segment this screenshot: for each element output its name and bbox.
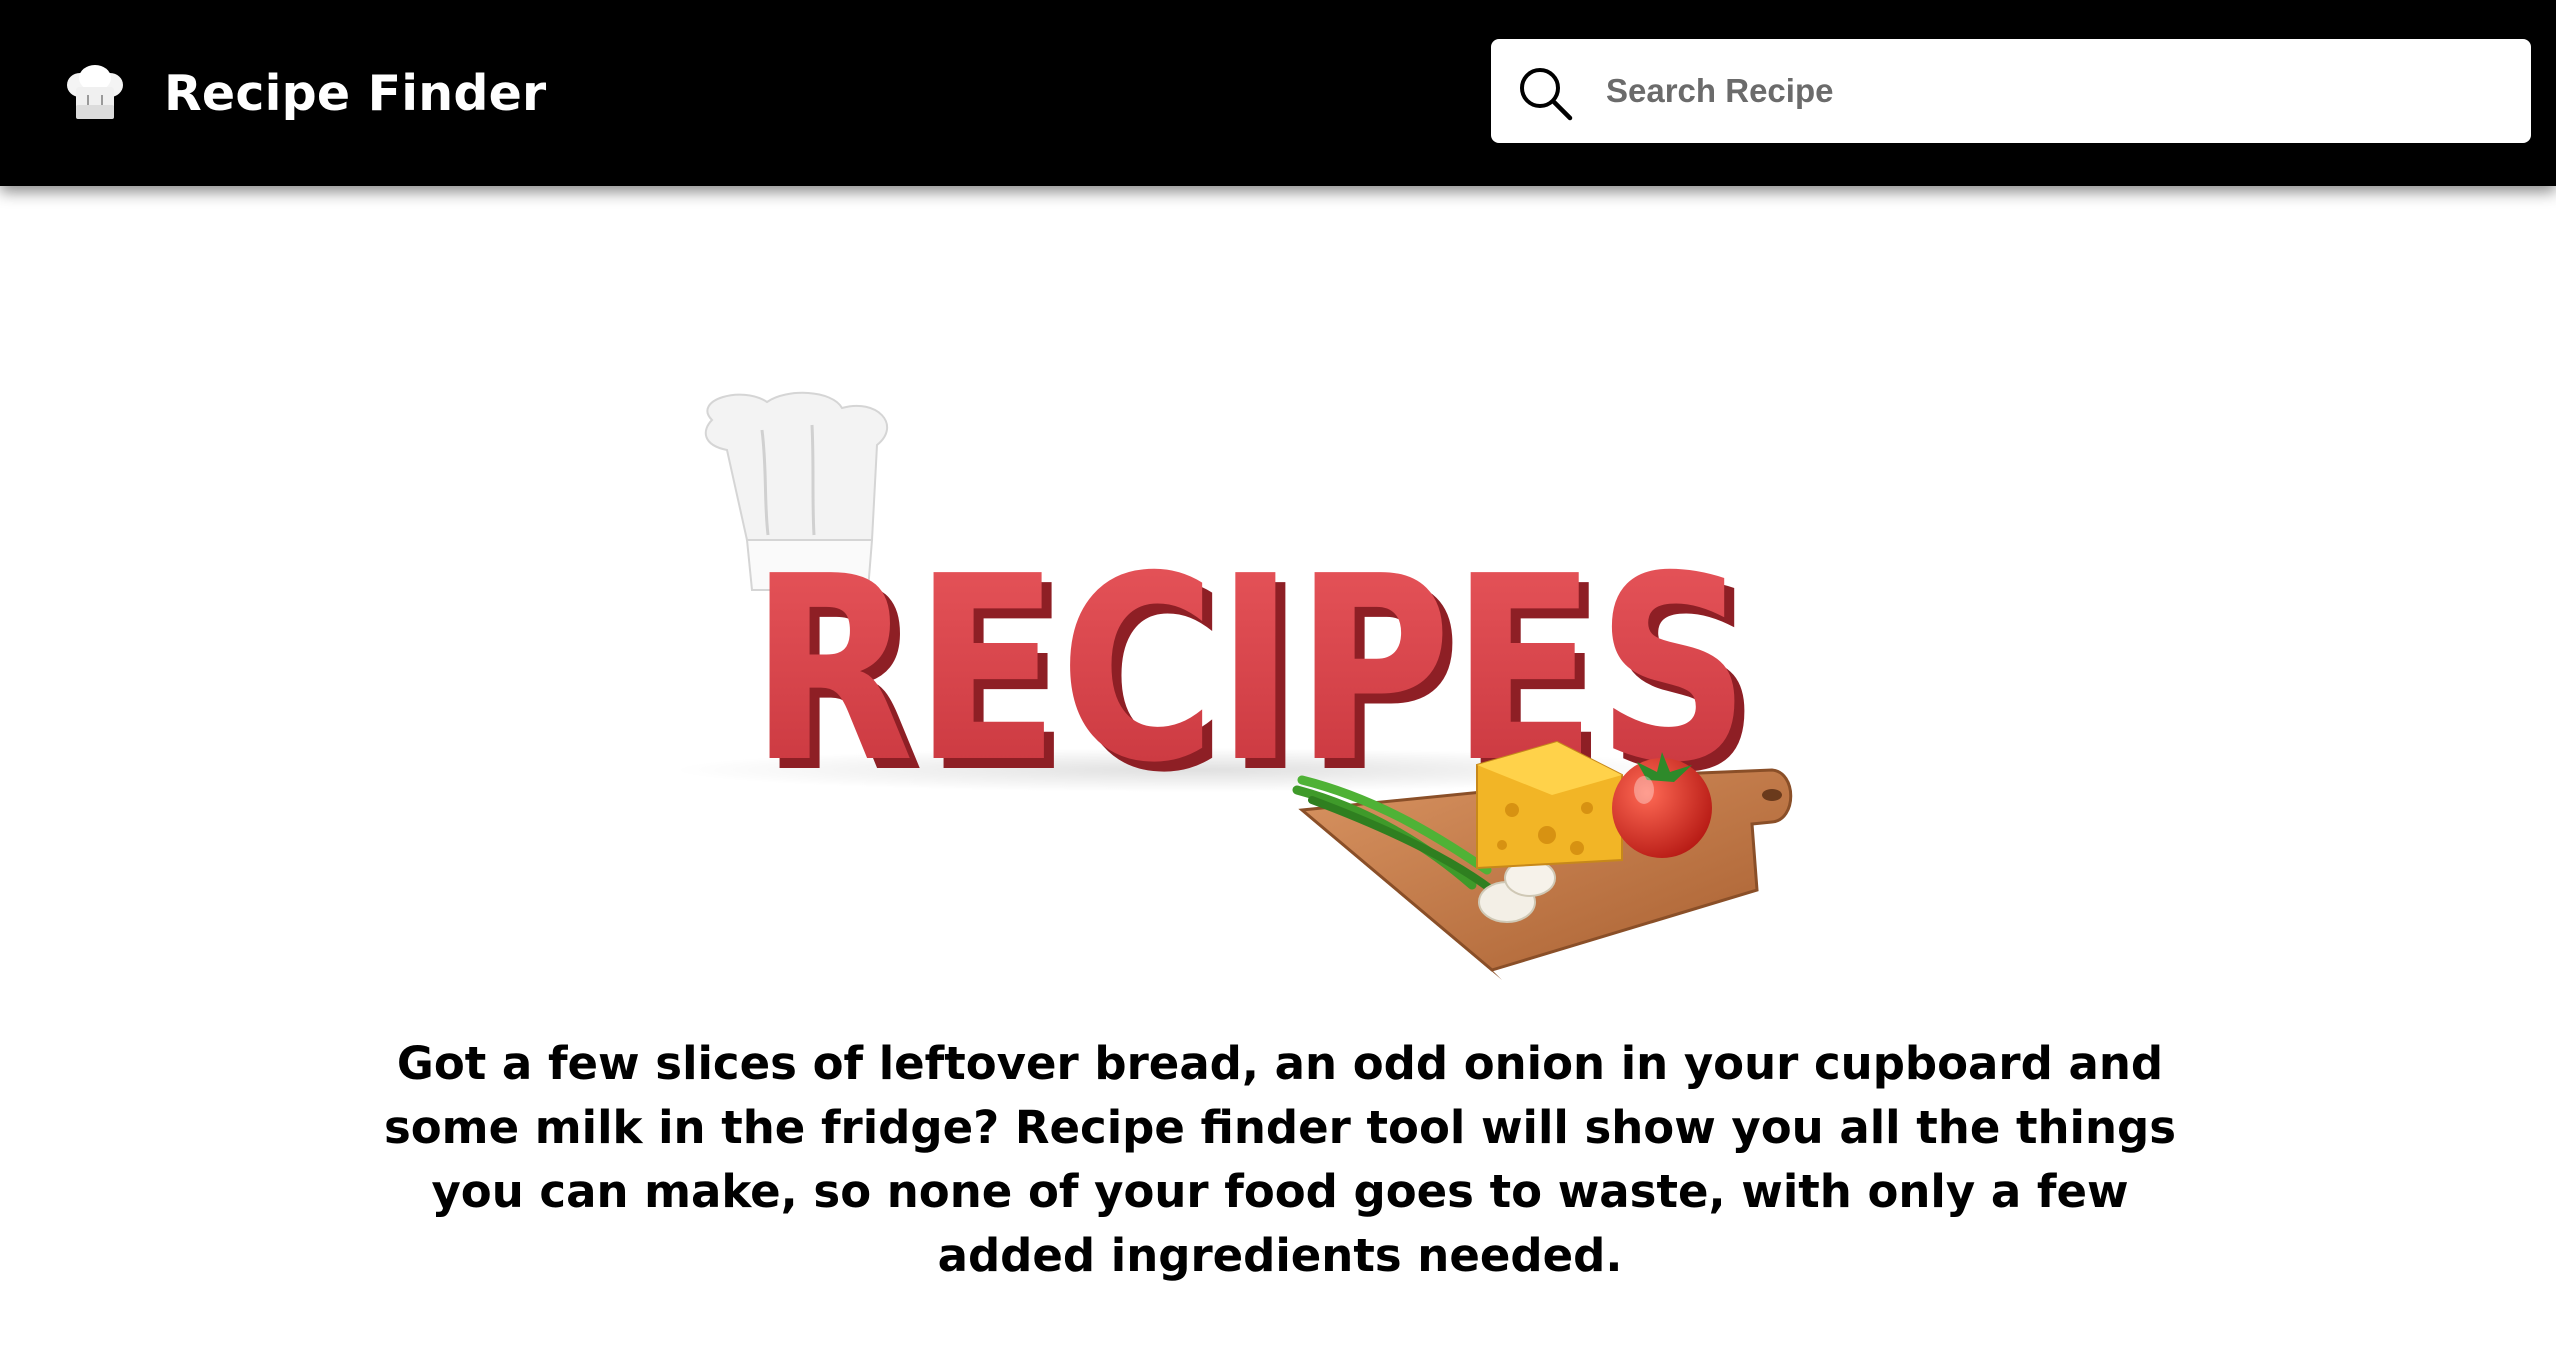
brand-link[interactable]: Recipe Finder	[64, 58, 546, 128]
brand-title: Recipe Finder	[164, 64, 547, 122]
search-input[interactable]	[1606, 59, 2506, 123]
hero-image: RECIPES RECIPES	[672, 390, 1852, 980]
intro-tagline: Got a few slices of leftover bread, an o…	[383, 1037, 2177, 1282]
chef-hat-icon	[67, 65, 123, 119]
recipes-illustration: RECIPES RECIPES	[672, 391, 1793, 980]
search-icon[interactable]	[1515, 63, 1575, 123]
search-box[interactable]	[1491, 39, 2531, 143]
navbar: Recipe Finder	[0, 0, 2556, 186]
